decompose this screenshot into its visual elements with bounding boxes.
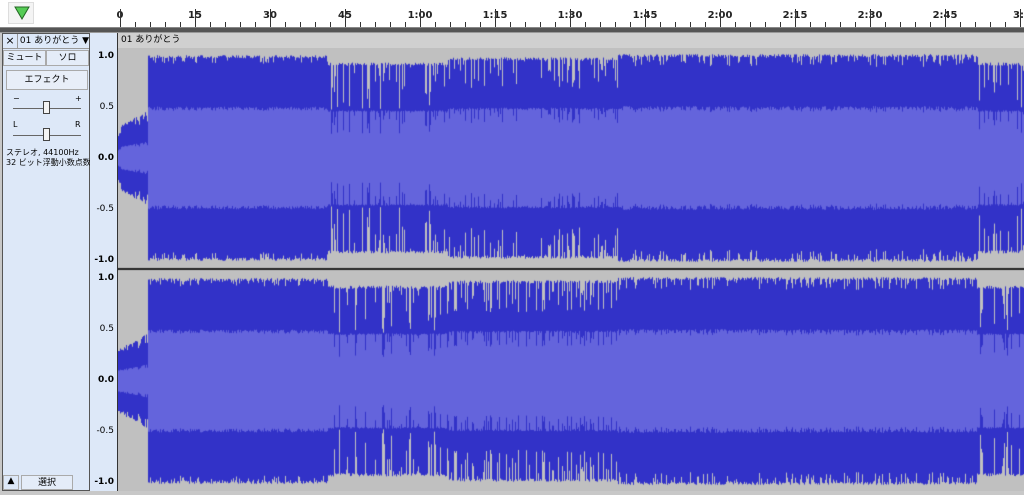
ruler-tick xyxy=(585,22,586,27)
ruler-tick xyxy=(690,22,691,27)
ruler-tick xyxy=(915,22,916,27)
ruler-tick xyxy=(510,22,511,27)
ruler-tick xyxy=(810,22,811,27)
amplitude-label: 0.0 xyxy=(98,375,114,385)
amplitude-label: 1.0 xyxy=(98,51,114,61)
ruler-tick xyxy=(420,9,421,27)
ruler-tick xyxy=(120,9,121,27)
amplitude-ruler: 1.0 0.5 0.0 -0.5 -1.0 1.0 0.5 0.0 -0.5 -1.0 xyxy=(90,33,118,491)
track-name-menu[interactable]: 01 ありがとう ▼ xyxy=(18,34,89,48)
clip-title[interactable]: 01 ありがとう xyxy=(118,33,1024,48)
ruler-tick xyxy=(570,9,571,27)
ruler-tick xyxy=(870,9,871,27)
ruler-tick xyxy=(960,22,961,27)
sample-format-info: 32 ビット浮動小数点数 xyxy=(6,158,91,167)
ruler-tick xyxy=(615,22,616,27)
amplitude-label: 0.0 xyxy=(98,153,114,163)
ruler-tick xyxy=(225,22,226,27)
ruler-tick xyxy=(480,22,481,27)
play-at-speed-button[interactable] xyxy=(8,2,34,24)
track-name: 01 ありがとう xyxy=(19,36,80,46)
ruler-tick xyxy=(330,22,331,27)
ruler-tick xyxy=(720,9,721,27)
amplitude-label: -0.5 xyxy=(96,204,114,214)
ruler-tick xyxy=(840,22,841,27)
ruler-tick xyxy=(765,22,766,27)
ruler-tick xyxy=(390,22,391,27)
amplitude-label: -0.5 xyxy=(96,426,114,436)
amplitude-label: -1.0 xyxy=(94,255,114,265)
ruler-tick xyxy=(495,9,496,27)
effect-button[interactable]: エフェクト xyxy=(6,70,88,90)
ruler-tick xyxy=(195,9,196,27)
ruler-tick xyxy=(165,22,166,27)
ruler-tick xyxy=(360,22,361,27)
track-info: ステレオ, 44100Hz 32 ビット浮動小数点数 xyxy=(6,148,91,168)
ruler-tick xyxy=(465,22,466,27)
ruler-tick xyxy=(210,22,211,27)
ruler-tick xyxy=(675,22,676,27)
ruler-tick xyxy=(345,9,346,27)
track-control-panel: × 01 ありがとう ▼ ミュート ソロ エフェクト − + L R ステレオ,… xyxy=(2,33,91,491)
select-track-button[interactable]: 選択 xyxy=(21,475,73,490)
ruler-tick xyxy=(705,22,706,27)
ruler-tick xyxy=(255,22,256,27)
ruler-tick xyxy=(900,22,901,27)
pan-slider[interactable] xyxy=(13,127,81,141)
gain-slider-thumb[interactable] xyxy=(43,101,50,114)
ruler-tick xyxy=(450,22,451,27)
play-triangle-icon xyxy=(14,6,30,20)
ruler-tick xyxy=(825,22,826,27)
ruler-tick xyxy=(540,22,541,27)
ruler-tick xyxy=(525,22,526,27)
ruler-tick xyxy=(645,9,646,27)
ruler-tick xyxy=(780,22,781,27)
ruler-tick xyxy=(630,22,631,27)
ruler-tick xyxy=(795,9,796,27)
ruler-tick xyxy=(150,22,151,27)
ruler-tick xyxy=(990,22,991,27)
format-info: ステレオ, 44100Hz xyxy=(6,148,79,157)
ruler-tick xyxy=(135,22,136,27)
ruler-tick xyxy=(180,22,181,27)
amplitude-label: 0.5 xyxy=(99,102,114,112)
ruler-tick xyxy=(270,9,271,27)
ruler-tick xyxy=(240,22,241,27)
close-track-button[interactable]: × xyxy=(3,34,18,48)
ruler-tick xyxy=(600,22,601,27)
amplitude-label: 1.0 xyxy=(98,273,114,283)
ruler-tick xyxy=(735,22,736,27)
solo-button[interactable]: ソロ xyxy=(46,50,89,66)
ruler-tick xyxy=(1005,22,1006,27)
amplitude-label: 0.5 xyxy=(99,324,114,334)
ruler-tick xyxy=(975,22,976,27)
ruler-tick xyxy=(285,22,286,27)
ruler-tick xyxy=(300,22,301,27)
ruler-tick xyxy=(750,22,751,27)
audio-track: × 01 ありがとう ▼ ミュート ソロ エフェクト − + L R ステレオ,… xyxy=(0,33,1024,495)
gain-slider[interactable] xyxy=(13,100,81,114)
timeline-ruler[interactable]: 01530451:001:151:301:452:002:152:302:453… xyxy=(0,0,1024,28)
dropdown-arrow-icon: ▼ xyxy=(82,36,89,46)
ruler-tick xyxy=(930,22,931,27)
ruler-tick xyxy=(885,22,886,27)
amplitude-label: -1.0 xyxy=(94,477,114,487)
ruler-tick xyxy=(555,22,556,27)
waveform[interactable] xyxy=(118,48,1024,491)
pan-slider-thumb[interactable] xyxy=(43,128,50,141)
ruler-tick-label: 3: xyxy=(1013,10,1024,21)
ruler-tick xyxy=(435,22,436,27)
ruler-tick xyxy=(855,22,856,27)
mute-button[interactable]: ミュート xyxy=(3,50,46,66)
collapse-track-button[interactable]: ▲ xyxy=(3,475,19,490)
ruler-tick xyxy=(375,22,376,27)
ruler-tick xyxy=(315,22,316,27)
ruler-tick xyxy=(405,22,406,27)
ruler-tick xyxy=(660,22,661,27)
ruler-tick xyxy=(945,9,946,27)
ruler-tick xyxy=(1020,9,1021,27)
